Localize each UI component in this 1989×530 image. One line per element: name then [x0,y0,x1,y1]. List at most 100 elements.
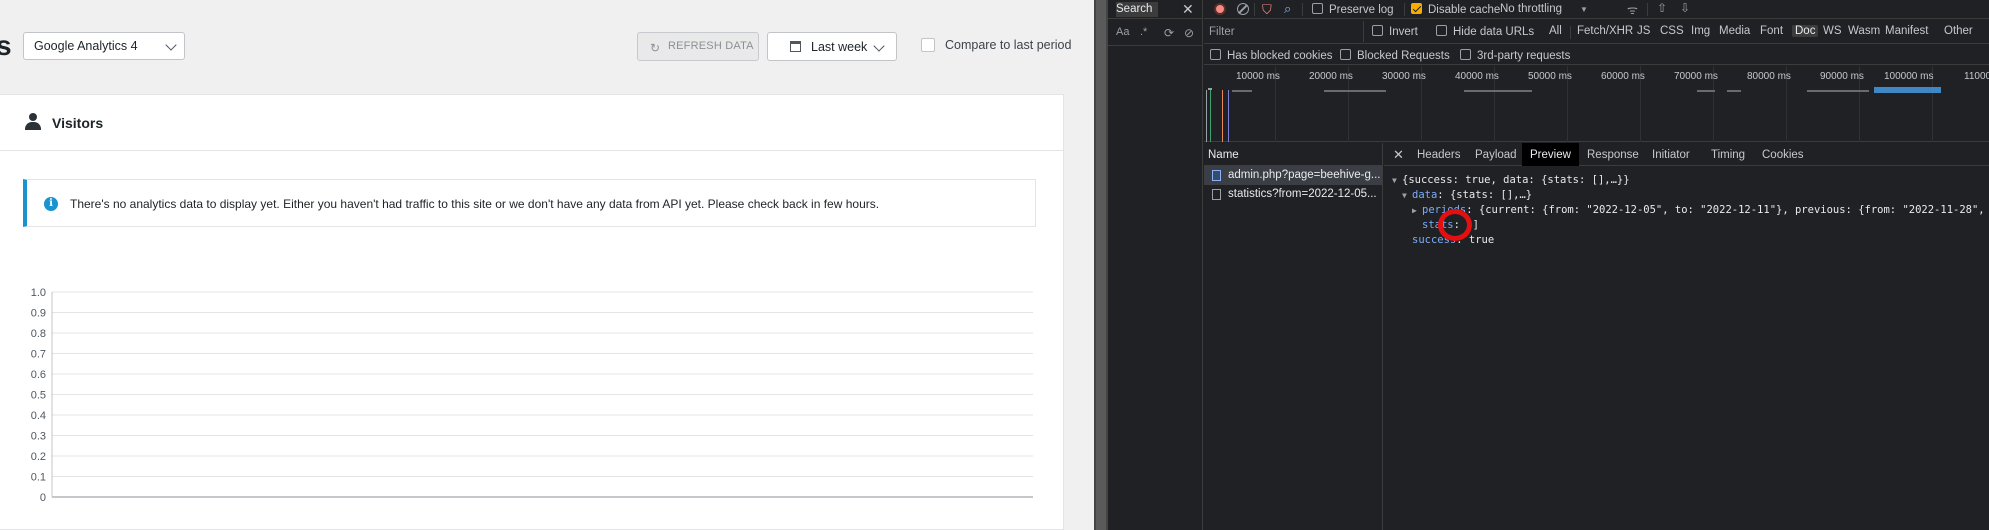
y-tick-label: 0.7 [31,349,46,361]
devtools-panel: Search ✕ Aa .* ⟳ ⊘ ⛉ ⌕ Preserve log Disa… [1108,0,1989,530]
compare-checkbox[interactable] [921,38,935,52]
tab-response[interactable]: Response [1587,143,1639,166]
invert-label: Invert [1389,26,1418,38]
y-tick-label: 0.4 [31,410,46,422]
type-filter-js[interactable]: JS [1637,25,1650,37]
type-filter-all[interactable]: All [1549,25,1562,37]
preserve-log-label: Preserve log [1329,4,1394,16]
type-filter-css[interactable]: CSS [1660,25,1684,37]
blocked-requests-toggle[interactable]: Blocked Requests [1340,49,1450,62]
json-key: data [1412,189,1438,201]
third-party-toggle[interactable]: 3rd-party requests [1460,49,1570,62]
match-case-option[interactable]: Aa [1116,26,1129,38]
blocked-requests-label: Blocked Requests [1357,50,1450,62]
request-row[interactable]: statistics?from=2022-12-05... [1204,185,1382,204]
disable-cache-label: Disable cache [1428,4,1501,16]
timeline-label: 40000 ms [1455,71,1499,82]
json-value: : {stats: [],…} [1437,189,1533,201]
invert-toggle[interactable]: Invert [1372,25,1418,38]
type-filter-doc[interactable]: Doc [1792,25,1819,37]
type-filter-fetch[interactable]: Fetch/XHR [1577,25,1633,37]
tab-payload[interactable]: Payload [1475,143,1517,166]
blocked-requests-checkbox[interactable] [1340,49,1351,60]
blocked-cookies-toggle[interactable]: Has blocked cookies [1210,49,1332,62]
json-periods-node[interactable]: ▶ periods: {current: {from: "2022-12-05",… [1392,203,1989,218]
import-har-icon[interactable]: ⇧ [1657,1,1667,15]
export-har-icon[interactable]: ⇩ [1680,1,1690,15]
period-select-button[interactable]: Last week [767,32,897,61]
timeline-label: 60000 ms [1601,71,1645,82]
json-success-node: success: true [1392,233,1989,248]
search-tab[interactable]: Search ✕ [1108,0,1203,19]
timeline-label: 11000 [1964,71,1989,82]
period-label: Last week [811,40,868,54]
analytics-source-value: Google Analytics 4 [34,39,138,53]
file-icon [1212,189,1221,200]
timeline-label: 10000 ms [1236,71,1280,82]
filter-input[interactable]: Filter [1204,21,1364,42]
filter-placeholder: Filter [1209,26,1235,38]
refresh-data-label: REFRESH DATA [668,40,754,52]
json-preview: ▼ {success: true, data: {stats: [],…}} ▼ d… [1392,173,1989,248]
hide-data-urls-checkbox[interactable] [1436,25,1447,36]
type-filter-ws[interactable]: WS [1823,25,1842,37]
json-root-summary: {success: true, data: {stats: [],…}} [1402,174,1630,186]
type-filter-media[interactable]: Media [1719,25,1750,37]
third-party-checkbox[interactable] [1460,49,1471,60]
filter-bar: Filter Invert Hide data URLs All Fetch/X… [1204,20,1989,44]
chevron-down-icon [873,40,885,52]
filter-icon[interactable]: ⛉ [1262,2,1272,18]
cancel-icon[interactable]: ⊘ [1184,26,1194,40]
hide-data-urls-toggle[interactable]: Hide data URLs [1436,25,1534,38]
json-root[interactable]: ▼ {success: true, data: {stats: [],…}} [1392,173,1989,188]
collapse-arrow-icon[interactable]: ▶ [1412,203,1422,218]
timeline-label: 90000 ms [1820,71,1864,82]
json-data-node[interactable]: ▼ data: {stats: [],…} [1392,188,1989,203]
blocked-cookies-checkbox[interactable] [1210,49,1221,60]
disable-cache-checkbox[interactable] [1411,3,1422,14]
preserve-log-checkbox[interactable] [1312,3,1323,14]
analytics-source-select[interactable]: Google Analytics 4 [23,32,185,60]
y-tick-label: 0.6 [31,369,46,381]
type-filter-font[interactable]: Font [1760,25,1783,37]
refresh-icon[interactable]: ⟳ [1164,26,1174,40]
page-scrollbar[interactable] [1094,0,1108,530]
tab-timing[interactable]: Timing [1711,143,1745,166]
regex-option[interactable]: .* [1140,26,1147,38]
expand-arrow-icon[interactable]: ▼ [1392,173,1402,188]
compare-last-period[interactable]: Compare to last period [921,38,1071,52]
invert-checkbox[interactable] [1372,25,1383,36]
throttling-value: No throttling [1500,3,1563,15]
preserve-log-toggle[interactable]: Preserve log [1312,3,1394,16]
tab-cookies[interactable]: Cookies [1762,143,1804,166]
refresh-icon: ↻ [650,41,661,55]
close-icon[interactable]: ✕ [1182,1,1194,18]
record-icon[interactable] [1214,3,1226,15]
disable-cache-toggle[interactable]: Disable cache [1411,3,1500,16]
request-list: Name admin.php?page=beehive-g... statist… [1204,143,1383,530]
close-icon[interactable]: ✕ [1393,147,1404,163]
request-name: statistics?from=2022-12-05... [1228,188,1377,200]
expand-arrow-icon[interactable]: ▼ [1402,188,1412,203]
network-overview-timeline[interactable]: 10000 ms 20000 ms 30000 ms 40000 ms 5000… [1204,66,1989,142]
network-panel: ⛉ ⌕ Preserve log Disable cache No thrott… [1204,0,1989,530]
request-row[interactable]: admin.php?page=beehive-g... [1204,166,1382,185]
type-filter-manifest[interactable]: Manifest [1885,25,1928,37]
clear-icon[interactable] [1237,3,1249,15]
blocked-cookies-label: Has blocked cookies [1227,50,1333,62]
network-conditions-icon[interactable]: ᯤ [1627,1,1638,18]
type-filter-other[interactable]: Other [1944,25,1973,37]
name-column-header[interactable]: Name [1204,143,1382,166]
refresh-data-button[interactable]: ↻ REFRESH DATA [637,32,759,61]
annotation-circle [1438,209,1472,241]
type-filter-img[interactable]: Img [1691,25,1710,37]
search-icon[interactable]: ⌕ [1284,1,1291,17]
dropdown-arrow-icon: ▼ [1580,5,1588,14]
type-filter-wasm[interactable]: Wasm [1848,25,1880,37]
timeline-label: 20000 ms [1309,71,1353,82]
throttling-select[interactable]: No throttling ▼ [1500,3,1588,15]
tab-preview[interactable]: Preview [1522,143,1579,166]
y-tick-label: 0 [40,492,46,504]
tab-initiator[interactable]: Initiator [1652,143,1690,166]
tab-headers[interactable]: Headers [1417,143,1460,166]
